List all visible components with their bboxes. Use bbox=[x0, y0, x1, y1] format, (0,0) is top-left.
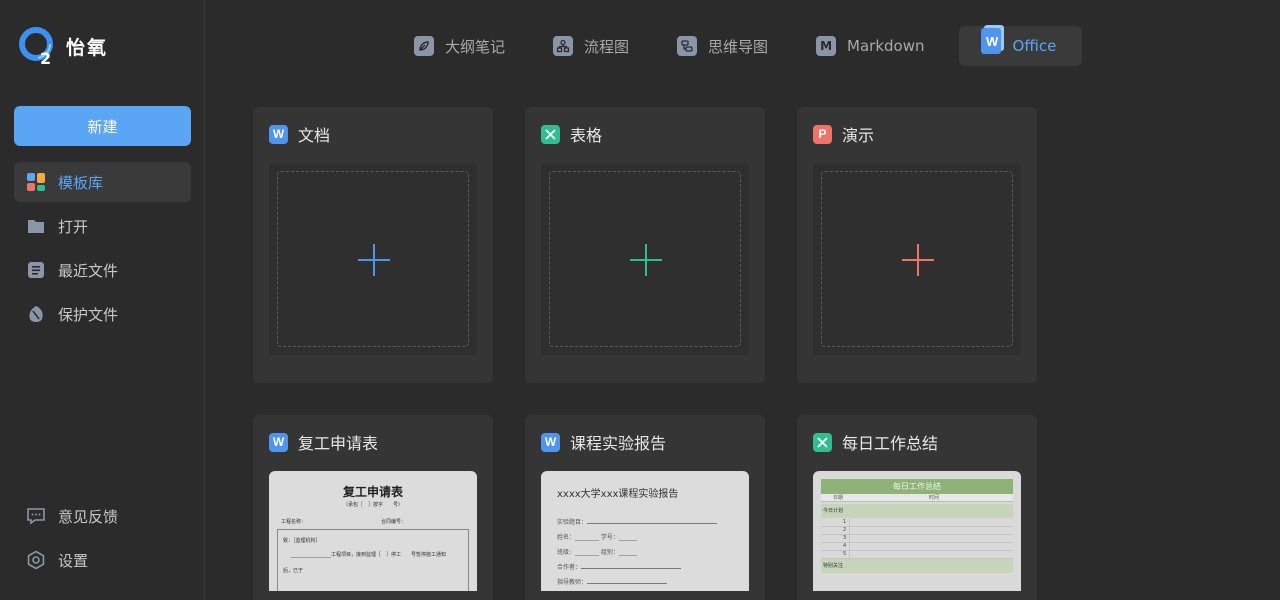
template-card[interactable]: W 复工申请表 复工申请表 （承包［ ］按字 号） 工程名称： 合同编号： 致：… bbox=[253, 415, 493, 600]
outline-note-icon bbox=[414, 36, 434, 56]
card-title: 每日工作总结 bbox=[842, 434, 939, 453]
app-name: 怡氧 bbox=[66, 36, 109, 59]
sidebar-item-label: 模板库 bbox=[58, 173, 104, 192]
word-icon: W bbox=[541, 432, 560, 452]
create-doc-button[interactable] bbox=[269, 163, 477, 355]
protect-icon bbox=[26, 304, 46, 324]
plus-icon bbox=[358, 244, 390, 276]
folder-icon bbox=[26, 216, 46, 236]
card-title: 表格 bbox=[570, 126, 603, 145]
preview-section: 今日计划 bbox=[821, 504, 1013, 518]
template-preview[interactable]: 复工申请表 （承包［ ］按字 号） 工程名称： 合同编号： 致：［监理机构］ _… bbox=[269, 471, 477, 591]
template-card[interactable]: 每日工作总结 每日工作总结 日期 时间 今日计划 1 2 3 4 5 特别关注 bbox=[797, 415, 1037, 600]
preview-text: 指导教师： bbox=[557, 577, 668, 586]
dashed-frame bbox=[549, 171, 741, 347]
preview-text: 班级：________ 组别：______ bbox=[557, 549, 637, 556]
dashed-frame bbox=[821, 171, 1013, 347]
preview-text: ________________工程项目，接到监理［ ］停工 号暂停施工通知 bbox=[291, 552, 447, 558]
tab-label: 思维导图 bbox=[708, 37, 769, 56]
sidebar-item-settings[interactable]: 设置 bbox=[14, 540, 191, 580]
sidebar-item-label: 最近文件 bbox=[58, 261, 119, 280]
flowchart-icon bbox=[553, 36, 574, 56]
new-ppt-card[interactable]: P 演示 bbox=[797, 107, 1037, 383]
sidebar-item-recent-files[interactable]: 最近文件 bbox=[14, 250, 191, 290]
new-doc-card[interactable]: W 文档 bbox=[253, 107, 493, 383]
excel-icon bbox=[813, 432, 832, 452]
sidebar-item-label: 保护文件 bbox=[58, 305, 119, 324]
tab-label: 流程图 bbox=[584, 37, 630, 56]
tab-mindmap[interactable]: 思维导图 bbox=[663, 26, 782, 66]
tab-label: Markdown bbox=[847, 37, 925, 55]
preview-subtitle: （承包［ ］按字 号） bbox=[342, 502, 403, 508]
template-preview[interactable]: 每日工作总结 日期 时间 今日计划 1 2 3 4 5 特别关注 bbox=[813, 471, 1021, 591]
sidebar-nav: 模板库 打开 最近文件 保护文件 bbox=[14, 162, 191, 338]
powerpoint-icon: P bbox=[813, 124, 832, 144]
card-header: 表格 bbox=[541, 123, 602, 145]
excel-icon bbox=[541, 124, 560, 144]
tab-markdown[interactable]: M Markdown bbox=[802, 26, 938, 66]
tab-office[interactable]: W Office bbox=[958, 25, 1083, 66]
template-library-icon bbox=[26, 172, 46, 192]
card-header: W 复工申请表 bbox=[269, 431, 378, 453]
card-header: P 演示 bbox=[813, 123, 874, 145]
sidebar-item-label: 打开 bbox=[58, 217, 89, 236]
settings-icon bbox=[26, 550, 46, 570]
app-logo: 2 怡氧 bbox=[18, 26, 109, 68]
tab-label: Office bbox=[1012, 37, 1057, 55]
card-header: W 课程实验报告 bbox=[541, 431, 666, 453]
template-preview[interactable]: xxxx大学xxx课程实验报告 实验题目： 姓名：________ 学号：___… bbox=[541, 471, 749, 591]
preview-heading: 复工申请表 bbox=[342, 485, 403, 499]
svg-text:W: W bbox=[986, 34, 999, 49]
sidebar-item-protect-files[interactable]: 保护文件 bbox=[14, 294, 191, 334]
preview-text: 后，已于 bbox=[283, 568, 304, 574]
logo-icon: 2 bbox=[18, 26, 56, 68]
plus-icon bbox=[902, 244, 934, 276]
app-window: 2 怡氧 新建 模板库 打开 最近文件 保护文件 意见反馈 设置 大纲笔记 流程… bbox=[0, 0, 1280, 600]
sidebar-item-label: 意见反馈 bbox=[58, 507, 119, 526]
dashed-frame bbox=[277, 171, 469, 347]
sidebar-item-open[interactable]: 打开 bbox=[14, 206, 191, 246]
preview-field: 工程名称： bbox=[281, 519, 307, 525]
plus-icon bbox=[630, 244, 662, 276]
preview-heading: xxxx大学xxx课程实验报告 bbox=[557, 489, 679, 500]
preview-text: 合作者： bbox=[557, 562, 682, 571]
preview-text: 致：［监理机构］ bbox=[283, 538, 321, 544]
new-button[interactable]: 新建 bbox=[14, 106, 191, 146]
word-icon: W bbox=[269, 124, 288, 144]
create-ppt-button[interactable] bbox=[813, 163, 1021, 355]
card-title: 文档 bbox=[298, 126, 331, 145]
sidebar-item-feedback[interactable]: 意见反馈 bbox=[14, 496, 191, 536]
feedback-icon bbox=[26, 506, 46, 526]
tab-flowchart[interactable]: 流程图 bbox=[539, 26, 643, 66]
top-tabs: 大纲笔记 流程图 思维导图 M Markdown W Office bbox=[400, 25, 1102, 66]
sidebar-item-template-library[interactable]: 模板库 bbox=[14, 162, 191, 202]
new-sheet-card[interactable]: 表格 bbox=[525, 107, 765, 383]
sidebar: 2 怡氧 新建 模板库 打开 最近文件 保护文件 意见反馈 设置 bbox=[0, 0, 205, 600]
card-title: 复工申请表 bbox=[298, 434, 379, 453]
preview-field: 合同编号： bbox=[381, 519, 407, 525]
mindmap-icon bbox=[677, 36, 698, 56]
sidebar-item-label: 设置 bbox=[58, 551, 89, 570]
preview-heading: 每日工作总结 bbox=[821, 479, 1013, 494]
create-sheet-button[interactable] bbox=[541, 163, 749, 355]
tab-outline-notes[interactable]: 大纲笔记 bbox=[400, 26, 519, 66]
card-header: W 文档 bbox=[269, 123, 330, 145]
card-header: 每日工作总结 bbox=[813, 431, 938, 453]
markdown-icon: M bbox=[816, 36, 837, 56]
office-icon: W bbox=[980, 25, 1005, 55]
sidebar-bottom-nav: 意见反馈 设置 bbox=[14, 496, 191, 584]
preview-header-row: 日期 时间 bbox=[821, 494, 1013, 502]
recent-file-icon bbox=[26, 260, 46, 280]
tab-label: 大纲笔记 bbox=[445, 37, 506, 56]
preview-text: 实验题目： bbox=[557, 517, 718, 526]
preview-section: 特别关注 bbox=[821, 559, 1013, 573]
svg-text:2: 2 bbox=[40, 49, 51, 66]
card-title: 演示 bbox=[842, 126, 875, 145]
card-title: 课程实验报告 bbox=[570, 434, 667, 453]
template-card[interactable]: W 课程实验报告 xxxx大学xxx课程实验报告 实验题目： 姓名：______… bbox=[525, 415, 765, 600]
preview-text: 姓名：________ 学号：______ bbox=[557, 534, 637, 541]
word-icon: W bbox=[269, 432, 288, 452]
preview-divider bbox=[849, 519, 850, 559]
